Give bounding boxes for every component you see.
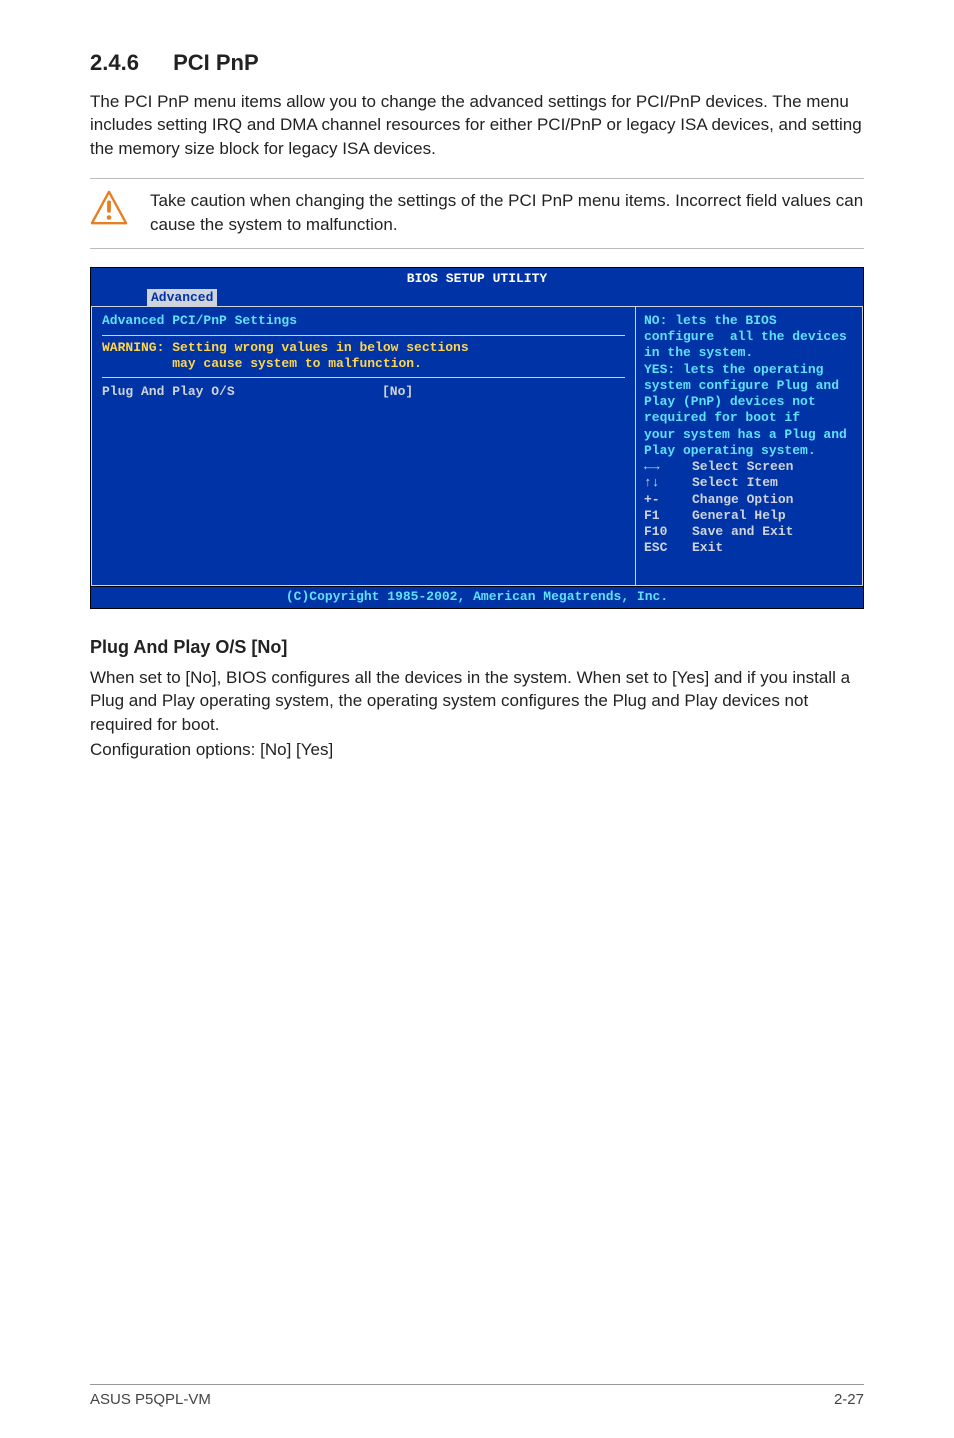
bios-setting-label: Plug And Play O/S [102, 384, 382, 400]
bios-key: F1 [644, 508, 692, 524]
bios-key: +- [644, 492, 692, 508]
footer-left: ASUS P5QPL-VM [90, 1391, 211, 1408]
bios-key-desc: General Help [692, 508, 786, 524]
bios-body: Advanced PCI/PnP Settings WARNING: Setti… [91, 306, 863, 586]
bios-key-desc: Select Screen [692, 459, 793, 475]
subsection-heading: Plug And Play O/S [No] [90, 637, 864, 658]
bios-left-pane: Advanced PCI/PnP Settings WARNING: Setti… [91, 306, 635, 586]
footer-right: 2-27 [834, 1391, 864, 1408]
caution-text: Take caution when changing the settings … [150, 189, 864, 236]
config-options: Configuration options: [No] [Yes] [90, 738, 864, 761]
section-heading: 2.4.6 PCI PnP [90, 50, 864, 76]
bios-key-row: F1General Help [644, 508, 854, 524]
bios-title: BIOS SETUP UTILITY [91, 270, 863, 288]
bios-key-desc: Select Item [692, 475, 778, 491]
bios-setting-value: [No] [382, 384, 413, 400]
bios-screenshot: BIOS SETUP UTILITY Advanced Advanced PCI… [90, 267, 864, 609]
bios-key-row: ESCExit [644, 540, 854, 556]
bios-key-desc: Exit [692, 540, 723, 556]
bios-setting-row: Plug And Play O/S [No] [102, 384, 625, 400]
caution-callout: Take caution when changing the settings … [90, 179, 864, 248]
bios-key: ESC [644, 540, 692, 556]
bios-help-text: NO: lets the BIOS configure all the devi… [644, 313, 854, 459]
bios-key-hints: ←→Select Screen ↑↓Select Item +-Change O… [644, 459, 854, 557]
page-footer: ASUS P5QPL-VM 2-27 [90, 1384, 864, 1408]
bios-tab-advanced: Advanced [147, 289, 217, 306]
divider [90, 248, 864, 249]
bios-key: ↑↓ [644, 475, 692, 491]
bios-tabs: Advanced [91, 289, 863, 306]
caution-icon [90, 189, 128, 232]
bios-key-desc: Save and Exit [692, 524, 793, 540]
bios-left-heading: Advanced PCI/PnP Settings [102, 313, 625, 333]
bios-key: F10 [644, 524, 692, 540]
bios-key-row: +-Change Option [644, 492, 854, 508]
bios-key-row: ←→Select Screen [644, 459, 854, 475]
bios-warning-box: WARNING: Setting wrong values in below s… [102, 335, 625, 378]
bios-footer: (C)Copyright 1985-2002, American Megatre… [91, 586, 863, 608]
bios-key-row: F10Save and Exit [644, 524, 854, 540]
bios-title-bar: BIOS SETUP UTILITY Advanced [91, 268, 863, 306]
bios-warning-text: WARNING: Setting wrong values in below s… [102, 340, 625, 373]
bios-key-row: ↑↓Select Item [644, 475, 854, 491]
section-number: 2.4.6 [90, 50, 139, 76]
bios-key: ←→ [644, 459, 692, 475]
bios-key-desc: Change Option [692, 492, 793, 508]
intro-paragraph: The PCI PnP menu items allow you to chan… [90, 90, 864, 160]
bios-right-pane: NO: lets the BIOS configure all the devi… [635, 306, 863, 586]
section-title: PCI PnP [173, 50, 259, 75]
subsection-paragraph: When set to [No], BIOS configures all th… [90, 666, 864, 736]
